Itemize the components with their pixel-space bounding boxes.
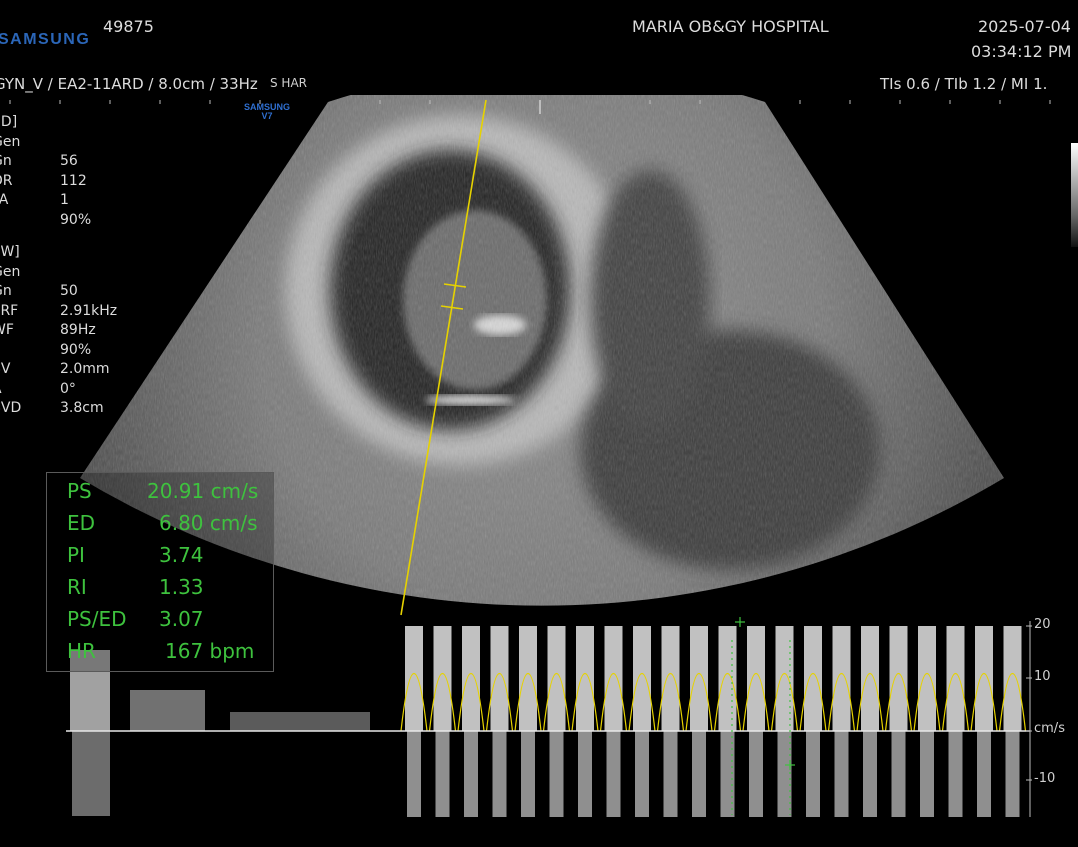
param-row: Gen — [0, 263, 21, 280]
spectrum-beat — [464, 731, 478, 817]
spectrum-beat — [130, 690, 205, 731]
scale-tick: 10 — [1034, 669, 1051, 684]
model-badge-model: V7 — [261, 111, 273, 121]
grayscale-bar — [1071, 143, 1078, 247]
spectrum-beat — [692, 731, 706, 817]
spectrum-beat — [918, 626, 936, 731]
spectrum-beat — [606, 731, 621, 817]
param-row: Gn50 — [0, 283, 78, 299]
spectrum-beat — [718, 626, 737, 731]
spectrum-beat — [1005, 731, 1020, 817]
safety-indices: TIs 0.6 / TIb 1.2 / MI 1. — [880, 75, 1048, 93]
spectrum-beat — [492, 731, 507, 817]
measurement-hr: HR 167 bpm — [67, 639, 255, 663]
scale-tick: 20 — [1034, 617, 1051, 632]
spectrum-beat — [549, 731, 564, 817]
spectrum-beat — [806, 731, 820, 817]
spectrum-beat — [578, 731, 592, 817]
spectrum-beat — [1003, 626, 1022, 731]
param-row: SVD3.8cm — [0, 400, 104, 416]
param-row: WF89Hz — [0, 322, 96, 338]
exam-date: 2025-07-04 — [978, 17, 1071, 36]
spectrum-beat — [948, 731, 963, 817]
scale-unit: cm/s — [1034, 721, 1065, 736]
param-row: Gen — [0, 133, 21, 150]
measurement-ed: ED 6.80 cm/s — [67, 511, 258, 535]
param-row: PRF2.91kHz — [0, 302, 118, 319]
spectrum-beat — [946, 626, 965, 731]
spectrum-beat — [72, 731, 110, 816]
params-pw-title: PW] — [0, 244, 20, 260]
spectrum-beat — [861, 626, 879, 731]
spectrum-beat — [433, 626, 452, 731]
spectrum-beat — [863, 731, 877, 817]
spectrum-beat — [832, 626, 851, 731]
samsung-logo: SAMSUNG — [0, 31, 91, 48]
spectrum-beat — [690, 626, 708, 731]
spectrum-beat — [920, 731, 934, 817]
spectrum-beat — [834, 731, 849, 817]
param-row: FA1 — [0, 192, 69, 208]
params-2d-title: 2D] — [0, 114, 18, 130]
spectrum-beat — [749, 731, 763, 817]
spectrum-beat — [521, 731, 535, 817]
param-row: A0° — [0, 380, 76, 397]
patient-id: 49875 — [103, 17, 154, 36]
spectrum-beat — [230, 712, 370, 731]
spectrum-beat — [519, 626, 537, 731]
spectrum-beat — [977, 731, 991, 817]
spectrum-beat — [891, 731, 906, 817]
model-badge: SAMSUNG V7 — [244, 103, 290, 121]
spectrum-beat — [775, 626, 794, 731]
hospital-name: MARIA OB&GY HOSPITAL — [632, 17, 829, 36]
params-2d-panel: 2D] Gen Gn56 DR112 FA1 P90% — [0, 113, 91, 230]
spectrum-beat — [661, 626, 680, 731]
measurement-pi: PI 3.74 — [67, 543, 204, 567]
param-row: P90% — [0, 211, 92, 228]
measurement-ri: RI 1.33 — [67, 575, 204, 599]
spectrum-beat — [407, 731, 421, 817]
param-row: DR112 — [0, 172, 87, 189]
exam-time: 03:34:12 PM — [971, 42, 1072, 61]
spectrum-beat — [633, 626, 651, 731]
probe-info: GYN_V / EA2-11ARD / 8.0cm / 33Hz — [0, 75, 258, 93]
spectrum-beat — [462, 626, 480, 731]
spectrum-beat — [405, 626, 423, 731]
spectrum-beat — [889, 626, 908, 731]
param-row: SV2.0mm — [0, 361, 110, 377]
harmonic-icon: S HAR — [270, 76, 308, 90]
param-row: Gn56 — [0, 153, 78, 169]
spectrum-beat — [604, 626, 623, 731]
measurement-ps-ed: PS/ED 3.07 — [67, 607, 204, 631]
params-pw-panel: PW] Gen Gn50 PRF2.91kHz WF89Hz P90% SV2.… — [0, 243, 117, 419]
measurement-results-box[interactable]: PS 20.91 cm/s ED 6.80 cm/s PI 3.74 RI 1.… — [46, 472, 274, 672]
spectrum-beat — [975, 626, 993, 731]
spectrum-beat — [547, 626, 566, 731]
spectrum-beat — [435, 731, 450, 817]
scale-tick: -10 — [1034, 771, 1056, 786]
spectrum-beat — [490, 626, 509, 731]
spectrum-beat — [635, 731, 649, 817]
ultrasound-image-area — [9, 95, 1051, 817]
spectrum-beat — [576, 626, 594, 731]
measurement-ps: PS 20.91 cm/s — [67, 479, 259, 503]
spectrum-beat — [747, 626, 765, 731]
spectrum-beat — [663, 731, 678, 817]
param-row: P90% — [0, 341, 92, 358]
spectrum-beat — [804, 626, 822, 731]
